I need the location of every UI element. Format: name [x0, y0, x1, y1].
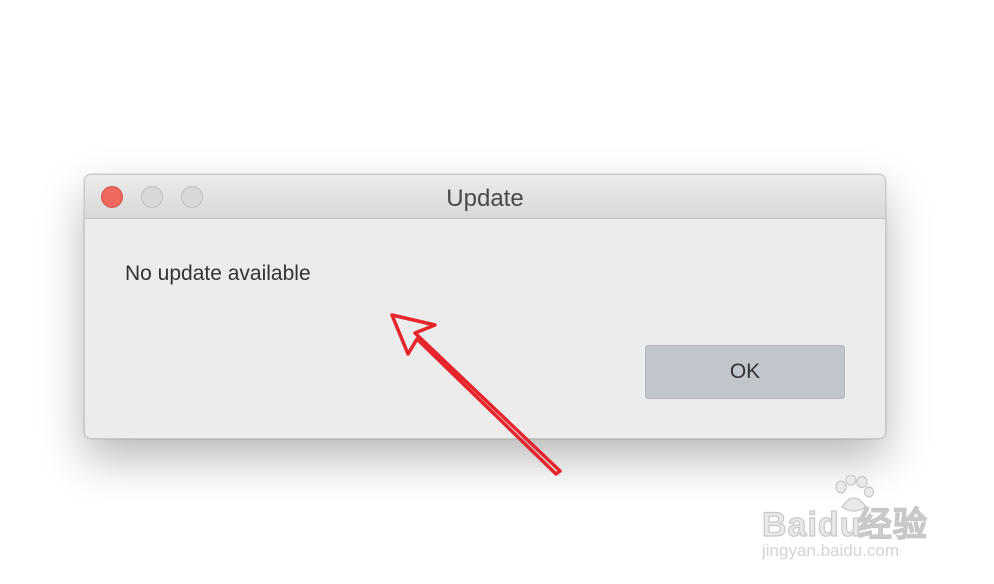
watermark-brand-du: du	[817, 505, 862, 544]
watermark-url: jingyan.baidu.com	[762, 541, 900, 560]
dialog-message: No update available	[125, 262, 311, 285]
watermark-product: 经验	[857, 505, 928, 544]
watermark-brand-bai: Bai	[761, 505, 818, 544]
ok-button[interactable]: OK	[645, 345, 845, 399]
baidu-jingyan-watermark: Baidu经验 jingyan.baidu.com	[761, 475, 987, 575]
dialog-title: Update	[446, 185, 524, 212]
title-bar: Update	[85, 175, 885, 219]
screenshot-stage: Update No update available OK Baidu经验 ji…	[0, 0, 994, 584]
update-dialog: Update No update available OK	[84, 174, 886, 439]
watermark-brand: Baidu经验	[761, 497, 928, 546]
